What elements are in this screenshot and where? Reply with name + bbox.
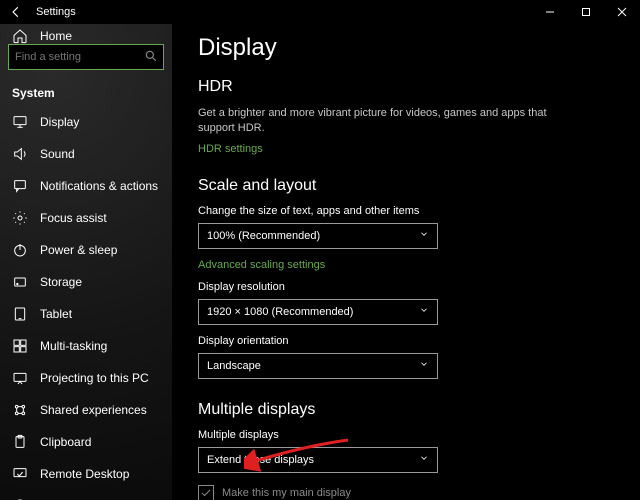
close-button[interactable] xyxy=(604,0,640,24)
advanced-scaling-link[interactable]: Advanced scaling settings xyxy=(198,259,614,271)
chevron-down-icon xyxy=(419,305,429,318)
project-icon xyxy=(12,370,28,386)
sidebar-item-label: Clipboard xyxy=(40,435,91,449)
page-title: Display xyxy=(198,34,614,62)
sidebar-home[interactable]: Home xyxy=(0,28,172,44)
scale-heading: Scale and layout xyxy=(198,177,614,195)
search-input[interactable] xyxy=(8,44,164,70)
text-size-dropdown[interactable]: 100% (Recommended) xyxy=(198,223,438,249)
multiple-displays-dropdown[interactable]: Extend these displays xyxy=(198,447,438,473)
maximize-button[interactable] xyxy=(568,0,604,24)
sidebar-item-display[interactable]: Display xyxy=(0,106,172,138)
search-icon xyxy=(144,49,158,68)
main-content: Display HDR Get a brighter and more vibr… xyxy=(172,24,640,500)
sidebar-item-focus[interactable]: Focus assist xyxy=(0,202,172,234)
sidebar-item-label: Display xyxy=(40,115,79,129)
resolution-label: Display resolution xyxy=(198,281,614,293)
hdr-heading: HDR xyxy=(198,78,614,96)
search-field[interactable] xyxy=(8,44,164,70)
home-icon xyxy=(12,28,28,44)
hdr-settings-link[interactable]: HDR settings xyxy=(198,143,614,155)
hdr-description: Get a brighter and more vibrant picture … xyxy=(198,106,558,137)
text-size-value: 100% (Recommended) xyxy=(207,230,320,242)
sidebar-item-remote[interactable]: Remote Desktop xyxy=(0,458,172,490)
multiple-displays-heading: Multiple displays xyxy=(198,401,614,419)
sidebar-item-label: Sound xyxy=(40,147,75,161)
sidebar-item-label: Remote Desktop xyxy=(40,467,129,481)
chevron-down-icon xyxy=(419,453,429,466)
chevron-down-icon xyxy=(419,359,429,372)
clipboard-icon xyxy=(12,434,28,450)
sidebar-item-label: Multi-tasking xyxy=(40,339,107,353)
sidebar-item-about[interactable]: About xyxy=(0,490,172,500)
sidebar-item-clipboard[interactable]: Clipboard xyxy=(0,426,172,458)
sidebar-item-label: Shared experiences xyxy=(40,403,147,417)
main-display-checkbox[interactable] xyxy=(198,485,214,500)
remote-icon xyxy=(12,466,28,482)
sound-icon xyxy=(12,146,28,162)
sidebar-item-label: Notifications & actions xyxy=(40,179,158,193)
tablet-icon xyxy=(12,306,28,322)
shared-icon xyxy=(12,402,28,418)
sidebar-item-notify[interactable]: Notifications & actions xyxy=(0,170,172,202)
multiple-displays-label: Multiple displays xyxy=(198,429,614,441)
sidebar-category: System xyxy=(0,78,172,106)
sidebar-item-tablet[interactable]: Tablet xyxy=(0,298,172,330)
sidebar-item-label: Tablet xyxy=(40,307,72,321)
sidebar-item-label: Projecting to this PC xyxy=(40,371,149,385)
sidebar-item-project[interactable]: Projecting to this PC xyxy=(0,362,172,394)
window-title: Settings xyxy=(32,6,76,18)
sidebar-item-storage[interactable]: Storage xyxy=(0,266,172,298)
orientation-dropdown[interactable]: Landscape xyxy=(198,353,438,379)
multitask-icon xyxy=(12,338,28,354)
storage-icon xyxy=(12,274,28,290)
sidebar-item-sound[interactable]: Sound xyxy=(0,138,172,170)
display-icon xyxy=(12,114,28,130)
main-display-checkbox-row: Make this my main display xyxy=(198,485,614,500)
sidebar-item-label: Focus assist xyxy=(40,211,107,225)
sidebar-home-label: Home xyxy=(40,29,72,43)
resolution-value: 1920 × 1080 (Recommended) xyxy=(207,306,353,318)
orientation-label: Display orientation xyxy=(198,335,614,347)
notify-icon xyxy=(12,178,28,194)
sidebar-item-power[interactable]: Power & sleep xyxy=(0,234,172,266)
back-button[interactable] xyxy=(0,5,32,19)
power-icon xyxy=(12,242,28,258)
text-size-label: Change the size of text, apps and other … xyxy=(198,205,614,217)
orientation-value: Landscape xyxy=(207,360,261,372)
chevron-down-icon xyxy=(419,229,429,242)
sidebar-item-label: Storage xyxy=(40,275,82,289)
sidebar-item-shared[interactable]: Shared experiences xyxy=(0,394,172,426)
main-display-checkbox-label: Make this my main display xyxy=(222,487,351,499)
resolution-dropdown[interactable]: 1920 × 1080 (Recommended) xyxy=(198,299,438,325)
multiple-displays-value: Extend these displays xyxy=(207,454,314,466)
sidebar-item-label: Power & sleep xyxy=(40,243,117,257)
sidebar: Home System Display Sound Notifications & … xyxy=(0,24,172,500)
focus-icon xyxy=(12,210,28,226)
sidebar-item-multitask[interactable]: Multi-tasking xyxy=(0,330,172,362)
minimize-button[interactable] xyxy=(532,0,568,24)
